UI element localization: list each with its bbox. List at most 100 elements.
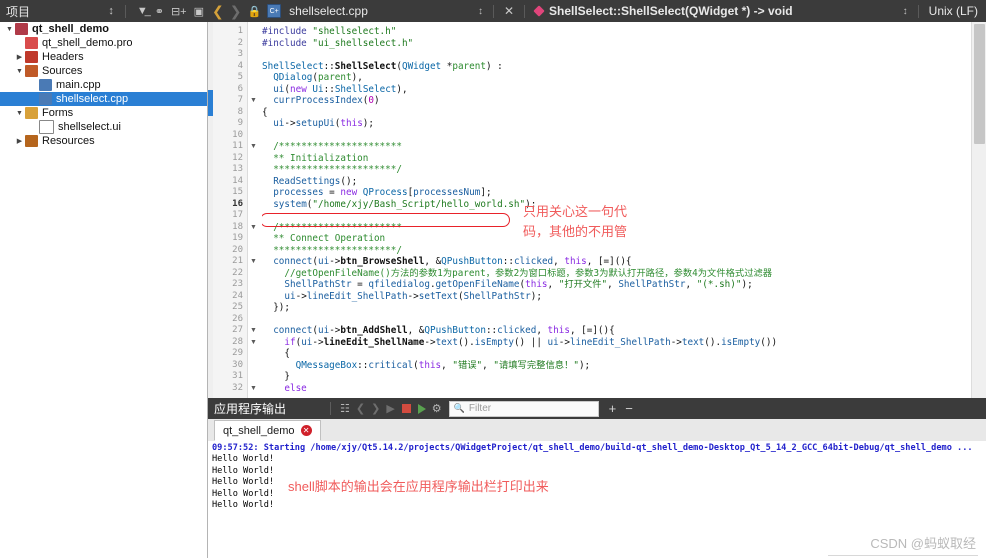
- fold-toggle-icon[interactable]: ▼: [250, 95, 257, 107]
- prev-icon[interactable]: ❮: [356, 402, 365, 415]
- code-line[interactable]: currProcessIndex(0): [262, 95, 379, 107]
- code-line[interactable]: #include "shellselect.h": [262, 26, 396, 38]
- chevron-updown-icon[interactable]: ↕: [108, 5, 114, 17]
- tree-item-headers[interactable]: Headers: [0, 50, 207, 64]
- tree-item-label: shellselect.ui: [58, 121, 121, 133]
- fold-margin[interactable]: ▼ ▼ ▼ ▼ ▼ ▼ ▼: [248, 22, 262, 398]
- nav-back-icon[interactable]: ❮: [212, 4, 224, 18]
- code-line[interactable]: {: [262, 107, 268, 119]
- code-line[interactable]: ** Connect Operation: [262, 233, 385, 245]
- filter-icon[interactable]: ▼̲: [137, 5, 148, 17]
- zoom-in-button[interactable]: +: [609, 401, 617, 416]
- code-line[interactable]: }: [262, 371, 290, 383]
- code-line[interactable]: connect(ui->btn_BrowseShell, &QPushButto…: [262, 256, 631, 268]
- settings-icon[interactable]: ⚙: [432, 402, 442, 415]
- tree-item-label: Resources: [42, 135, 95, 147]
- tree-item-main-cpp[interactable]: main.cpp: [0, 78, 207, 92]
- stop-icon[interactable]: [401, 404, 411, 413]
- code-line[interactable]: **********************/: [262, 245, 402, 257]
- line-ending-selector[interactable]: Unix (LF): [929, 4, 986, 18]
- chevron-down-icon[interactable]: [14, 68, 25, 75]
- code-line[interactable]: processes = new QProcess[processesNum];: [262, 187, 491, 199]
- code-line[interactable]: /**********************: [262, 141, 402, 153]
- lock-icon[interactable]: 🔒: [247, 5, 261, 18]
- code-line[interactable]: ui->lineEdit_ShellPath->setText(ShellPat…: [262, 291, 542, 303]
- fold-toggle-icon[interactable]: ▼: [250, 256, 257, 268]
- run-with-icon[interactable]: [417, 403, 426, 414]
- scrollbar-thumb[interactable]: [974, 24, 985, 144]
- link-icon[interactable]: ⚭: [155, 5, 164, 18]
- line-number: 12: [232, 152, 243, 163]
- chevron-down-icon[interactable]: [4, 26, 15, 33]
- code-line[interactable]: connect(ui->btn_AddShell, &QPushButton::…: [262, 325, 615, 337]
- editor-vertical-scrollbar[interactable]: [971, 22, 986, 398]
- fold-toggle-icon[interactable]: ▼: [250, 141, 257, 153]
- output-zoom-controls: + −: [609, 401, 633, 416]
- output-line: 09:57:52: Starting /home/xjy/Qt5.14.2/pr…: [212, 443, 973, 453]
- output-line: Hello World!: [212, 465, 275, 476]
- code-line[interactable]: ShellSelect::ShellSelect(QWidget *parent…: [262, 61, 503, 73]
- output-text-area[interactable]: 09:57:52: Starting /home/xjy/Qt5.14.2/pr…: [208, 441, 986, 558]
- select-all-icon[interactable]: ☷: [340, 402, 350, 415]
- code-line[interactable]: **********************/: [262, 164, 402, 176]
- fold-toggle-icon[interactable]: ▼: [250, 222, 257, 234]
- tree-item-qt-shell-demo[interactable]: qt_shell_demo: [0, 22, 207, 36]
- open-file-name[interactable]: shellselect.cpp: [289, 4, 368, 18]
- code-line[interactable]: else: [262, 383, 306, 395]
- line-number: 11: [232, 141, 243, 151]
- tree-item-label: main.cpp: [56, 79, 101, 91]
- code-line[interactable]: QDialog(parent),: [262, 72, 363, 84]
- code-line[interactable]: QMessageBox::critical(this, "错误", "请填写完整…: [262, 360, 591, 372]
- tree-item-label: qt_shell_demo: [32, 23, 110, 35]
- line-number: 10: [232, 129, 243, 140]
- run-icon[interactable]: ▶: [386, 402, 394, 415]
- symbol-selector[interactable]: ShellSelect::ShellSelect(QWidget *) -> v…: [549, 4, 793, 18]
- chevron-down-icon[interactable]: [14, 110, 25, 117]
- symbol-dropdown-icon[interactable]: ↕: [903, 6, 908, 17]
- output-line: Hello World!: [212, 500, 275, 511]
- panel-icon[interactable]: ▣: [194, 5, 204, 18]
- fold-toggle-icon[interactable]: ▼: [250, 325, 257, 337]
- line-number: 32: [232, 382, 243, 393]
- tree-item-resources[interactable]: Resources: [0, 134, 207, 148]
- tree-item-qt-shell-demo-pro[interactable]: qt_shell_demo.pro: [0, 36, 207, 50]
- project-tree[interactable]: qt_shell_demo qt_shell_demo.pro Headers Sou…: [0, 22, 208, 558]
- nav-forward-icon[interactable]: ❯: [230, 4, 242, 18]
- fold-toggle-icon[interactable]: ▼: [250, 383, 257, 395]
- code-editor[interactable]: 1 2 3 4 5 6 7 8 9 10 11 12 13 14 15 16 17 18 19 20 21 22 23 24 2…: [208, 22, 986, 398]
- filter-input[interactable]: Filter: [469, 403, 491, 414]
- file-dropdown-icon[interactable]: ↕: [478, 6, 483, 17]
- output-tab-qt-shell-demo[interactable]: qt_shell_demo ✕: [214, 420, 321, 441]
- line-number: 1: [237, 26, 243, 36]
- headers-icon: [25, 51, 38, 63]
- function-marker-icon: [533, 5, 545, 17]
- line-number: 17: [232, 210, 243, 220]
- chevron-right-icon[interactable]: [14, 137, 25, 145]
- code-line[interactable]: {: [262, 348, 290, 360]
- code-line[interactable]: ** Initialization: [262, 153, 368, 165]
- tree-item-label: Sources: [42, 65, 83, 77]
- zoom-out-button[interactable]: −: [625, 401, 633, 416]
- close-icon[interactable]: ✕: [504, 4, 514, 18]
- code-line[interactable]: ReadSettings();: [262, 176, 357, 188]
- fold-toggle-icon[interactable]: ▼: [250, 337, 257, 349]
- code-line[interactable]: ShellPathStr = qfiledialog.getOpenFileNa…: [262, 279, 752, 291]
- code-line[interactable]: ui->setupUi(this);: [262, 118, 374, 130]
- code-line[interactable]: //getOpenFileName()方法的参数1为parent，参数2为窗口标…: [262, 268, 772, 280]
- code-line[interactable]: ui(new Ui::ShellSelect),: [262, 84, 407, 96]
- code-line[interactable]: #include "ui_shellselect.h": [262, 38, 413, 50]
- code-line[interactable]: system("/home/xjy/Bash_Script/hello_worl…: [262, 199, 536, 211]
- tree-item-forms[interactable]: Forms: [0, 106, 207, 120]
- chevron-right-icon[interactable]: [14, 53, 25, 61]
- code-line[interactable]: if(ui->lineEdit_ShellName->text().isEmpt…: [262, 337, 777, 349]
- tree-item-shellselect-cpp[interactable]: shellselect.cpp: [0, 92, 207, 106]
- cpp-file-icon: [39, 79, 52, 91]
- close-circle-icon[interactable]: ✕: [300, 425, 312, 436]
- code-line[interactable]: });: [262, 302, 290, 314]
- split-add-icon[interactable]: ⊟+: [171, 5, 187, 18]
- tree-item-sources[interactable]: Sources: [0, 64, 207, 78]
- filter-input-wrap[interactable]: 🔍 Filter: [448, 400, 599, 417]
- resources-icon: [25, 135, 38, 147]
- next-icon[interactable]: ❯: [371, 402, 380, 415]
- tree-item-shellselect-ui[interactable]: shellselect.ui: [0, 120, 207, 134]
